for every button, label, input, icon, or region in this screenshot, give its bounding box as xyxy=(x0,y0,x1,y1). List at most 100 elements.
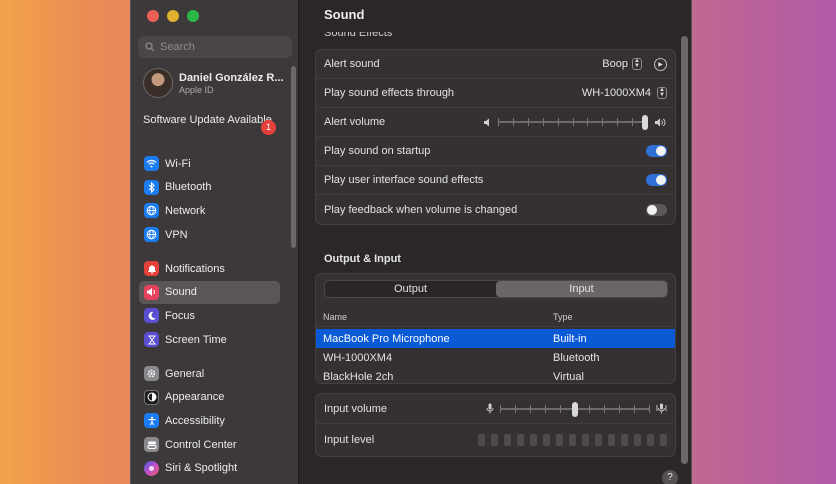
level-segment xyxy=(595,434,602,446)
output-input-heading: Output & Input xyxy=(324,253,401,265)
input-level-row: Input level xyxy=(316,424,675,456)
level-segment xyxy=(582,434,589,446)
page-title: Sound xyxy=(324,7,365,22)
main-scrollbar[interactable] xyxy=(681,36,688,464)
accessibility-icon xyxy=(144,413,159,429)
slider-tick xyxy=(529,404,531,413)
slider-tick xyxy=(559,404,561,413)
slider-tick xyxy=(542,118,544,126)
apple-id-profile[interactable]: Daniel González R... Apple ID xyxy=(143,68,284,98)
input-level-meter xyxy=(478,434,667,446)
slider-tick xyxy=(619,404,621,413)
search-field[interactable]: Search xyxy=(138,36,292,58)
play-through-popup[interactable]: WH-1000XM4 ▲ ▼ xyxy=(582,87,667,99)
level-segment xyxy=(569,434,576,446)
ui-effects-toggle[interactable] xyxy=(646,174,667,186)
sidebar-item-control-center[interactable]: Control Center xyxy=(139,433,280,457)
play-icon: ▶ xyxy=(658,61,663,68)
level-segment xyxy=(491,434,498,446)
sidebar-item-focus[interactable]: Focus xyxy=(139,304,280,328)
avatar xyxy=(143,68,173,98)
sound-effects-heading: Sound Effects xyxy=(324,32,393,39)
microphone-high-icon xyxy=(656,403,667,414)
level-segment xyxy=(504,434,511,446)
sidebar-item-sound[interactable]: Sound xyxy=(139,280,280,305)
level-segment xyxy=(530,434,537,446)
sidebar-item-notifications[interactable]: Notifications xyxy=(139,257,280,281)
sidebar-item-siri-spotlight[interactable]: Siri & Spotlight xyxy=(139,456,280,480)
help-button[interactable]: ? xyxy=(662,470,678,484)
input-volume-slider[interactable] xyxy=(500,401,650,417)
slider-tick xyxy=(649,404,650,413)
software-update-item[interactable]: Software Update Available xyxy=(143,114,275,127)
level-segment xyxy=(517,434,524,446)
level-segment xyxy=(543,434,550,446)
output-input-segmented-control: Output Input xyxy=(324,280,668,298)
profile-name: Daniel González R... xyxy=(179,71,284,84)
close-window-button[interactable] xyxy=(147,10,159,22)
sidebar-scrollbar[interactable] xyxy=(291,66,296,248)
slider-tick xyxy=(634,404,636,413)
input-panel: Input volume Input level xyxy=(315,393,676,457)
level-segment xyxy=(660,434,667,446)
moon-icon xyxy=(144,308,159,324)
startup-sound-row: Play sound on startup xyxy=(316,137,675,166)
appearance-icon xyxy=(144,389,159,405)
bell-icon xyxy=(144,261,159,277)
tab-input[interactable]: Input xyxy=(496,281,667,297)
settings-window: Search Daniel González R... Apple ID Sof… xyxy=(130,0,692,484)
alert-sound-popup[interactable]: Boop ▲ ▼ xyxy=(602,58,642,70)
minimize-window-button[interactable] xyxy=(167,10,179,22)
sidebar: Search Daniel González R... Apple ID Sof… xyxy=(131,0,299,484)
slider-thumb[interactable] xyxy=(572,401,578,417)
speaker-low-icon xyxy=(484,118,489,126)
sidebar-item-wifi[interactable]: Wi-Fi xyxy=(139,152,280,176)
table-row[interactable]: MacBook Pro Microphone Built-in xyxy=(316,329,675,348)
wifi-icon xyxy=(144,156,159,172)
slider-tick xyxy=(572,118,574,126)
table-row[interactable]: BlackHole 2ch Virtual xyxy=(316,367,675,386)
device-table-header: Name Type xyxy=(316,307,675,327)
sidebar-item-vpn[interactable]: VPN xyxy=(139,223,280,247)
table-row[interactable]: WH-1000XM4 Bluetooth xyxy=(316,348,675,367)
level-segment xyxy=(478,434,485,446)
sound-effects-panel: Alert sound Boop ▲ ▼ ▶ Play sound effects… xyxy=(315,49,676,225)
search-icon xyxy=(145,42,155,52)
sidebar-item-bluetooth[interactable]: Bluetooth xyxy=(139,176,280,200)
control-center-icon xyxy=(144,437,159,453)
nav-group-system: Notifications Sound Focus Screen Time xyxy=(139,257,280,351)
slider-thumb[interactable] xyxy=(642,115,648,130)
tab-output[interactable]: Output xyxy=(325,281,496,297)
slider-tick xyxy=(512,118,514,126)
feedback-row: Play feedback when volume is changed xyxy=(316,195,675,224)
slider-tick xyxy=(587,118,589,126)
slider-tick xyxy=(514,404,516,413)
level-segment xyxy=(647,434,654,446)
startup-sound-toggle[interactable] xyxy=(646,145,667,157)
level-segment xyxy=(621,434,628,446)
output-input-panel: Output Input Name Type MacBook Pro Micro… xyxy=(315,273,676,384)
sidebar-item-general[interactable]: General xyxy=(139,362,280,386)
column-type[interactable]: Type xyxy=(553,312,675,322)
slider-tick xyxy=(544,404,546,413)
sidebar-item-accessibility[interactable]: Accessibility xyxy=(139,409,280,433)
level-segment xyxy=(634,434,641,446)
alert-volume-slider[interactable] xyxy=(498,115,648,130)
slider-tick xyxy=(632,118,634,126)
column-name[interactable]: Name xyxy=(316,312,553,322)
gear-icon xyxy=(144,366,159,382)
slider-tick xyxy=(498,118,499,126)
sidebar-item-network[interactable]: Network xyxy=(139,199,280,223)
sidebar-item-screen-time[interactable]: Screen Time xyxy=(139,328,280,352)
globe-icon xyxy=(144,203,159,219)
zoom-window-button[interactable] xyxy=(187,10,199,22)
sidebar-item-appearance[interactable]: Appearance xyxy=(139,386,280,410)
play-alert-button[interactable]: ▶ xyxy=(654,57,667,71)
search-placeholder: Search xyxy=(160,41,195,53)
level-segment xyxy=(608,434,615,446)
alert-volume-row: Alert volume xyxy=(316,108,675,137)
nav-group-network: Wi-Fi Bluetooth Network VPN xyxy=(139,152,280,246)
feedback-toggle[interactable] xyxy=(646,203,667,216)
play-through-row: Play sound effects through WH-1000XM4 ▲ ▼ xyxy=(316,79,675,108)
level-segment xyxy=(556,434,563,446)
